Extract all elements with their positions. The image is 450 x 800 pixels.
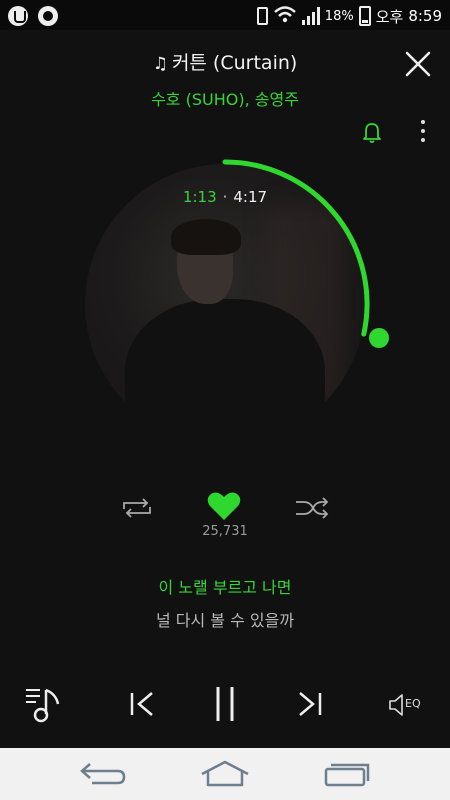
album-figure-hair: [171, 219, 241, 255]
pause-button[interactable]: [212, 684, 238, 724]
lyric-next-line[interactable]: 널 다시 볼 수 있을까: [0, 607, 450, 631]
shuffle-icon: [296, 497, 329, 519]
repeat-icon: [123, 498, 151, 518]
album-art: [85, 164, 365, 444]
track-artist[interactable]: 수호 (SUHO), 송영주: [0, 86, 450, 110]
track-title-row: ♫ 커튼 (Curtain): [0, 48, 450, 75]
track-title: 커튼 (Curtain): [171, 52, 298, 74]
like-count: 25,731: [202, 524, 248, 539]
clock: 8:59: [408, 7, 442, 25]
more-dot: [421, 138, 425, 142]
music-app-icon: [38, 6, 58, 26]
clock-period: 오후: [375, 7, 404, 26]
music-note-icon: ♫: [152, 54, 168, 74]
home-icon: [201, 760, 249, 787]
equalizer-button[interactable]: EQ: [388, 692, 432, 718]
close-button[interactable]: [404, 50, 432, 78]
wifi-icon: [273, 5, 297, 27]
playlist-icon: [26, 688, 60, 723]
total-time: 4:17: [233, 188, 268, 206]
time-display: 1:13 · 4:17: [0, 188, 450, 206]
lyric-current-line[interactable]: 이 노랠 부르고 나면: [0, 574, 450, 598]
system-navigation-bar: [0, 748, 450, 800]
repeat-button[interactable]: [120, 497, 154, 519]
more-dot: [421, 120, 425, 124]
eq-label: EQ: [405, 697, 421, 710]
battery-percent: 18%: [324, 8, 354, 24]
like-button[interactable]: [206, 490, 242, 522]
skip-next-icon: [299, 692, 322, 716]
recent-apps-button[interactable]: [322, 760, 372, 788]
close-icon: [405, 51, 431, 77]
elapsed-time: 1:13: [182, 188, 217, 206]
home-button[interactable]: [200, 760, 250, 788]
uplus-app-icon: [8, 6, 28, 26]
more-dot: [421, 129, 425, 133]
recent-apps-icon: [324, 763, 370, 787]
status-bar: 18% 오후 8:59: [0, 0, 450, 30]
heart-icon: [207, 492, 241, 520]
playlist-button[interactable]: [24, 684, 64, 724]
back-button[interactable]: [78, 760, 128, 788]
seek-handle[interactable]: [369, 327, 390, 348]
battery-icon: [358, 6, 371, 26]
previous-button[interactable]: [128, 690, 156, 718]
next-button[interactable]: [296, 690, 324, 718]
back-icon: [80, 763, 126, 785]
bell-icon: [363, 123, 381, 143]
pause-icon: [216, 687, 234, 721]
album-figure-body: [125, 299, 325, 444]
time-separator: ·: [222, 188, 228, 206]
signal-icon: [301, 7, 320, 25]
skip-previous-icon: [130, 692, 153, 716]
more-options-button[interactable]: [418, 120, 428, 146]
shuffle-button[interactable]: [294, 497, 330, 519]
speaker-icon: [389, 694, 403, 716]
phone-vibrate-icon: [256, 7, 268, 25]
notification-button[interactable]: [360, 120, 384, 144]
